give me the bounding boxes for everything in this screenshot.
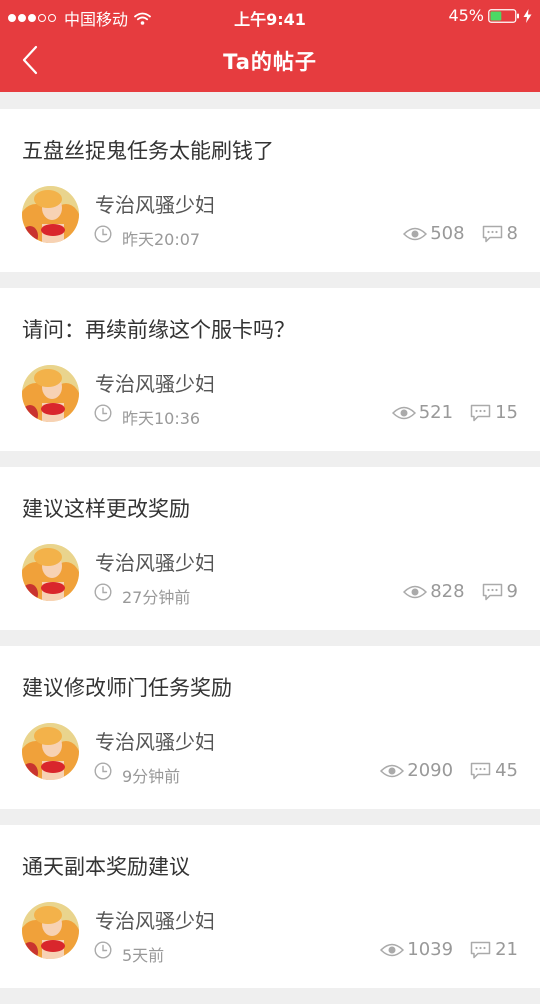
- status-right: 45%: [448, 6, 532, 25]
- post-title[interactable]: 请问：再续前缘这个服卡吗？: [22, 314, 295, 344]
- comment-count: 9: [506, 581, 518, 602]
- page-title: Ta的帖子: [223, 50, 317, 74]
- view-count: 1039: [407, 939, 454, 960]
- post-stats: 2090 45: [380, 760, 518, 781]
- comment-count: 8: [506, 223, 518, 244]
- battery-percentage: 45%: [448, 6, 484, 25]
- view-count: 2090: [407, 760, 454, 781]
- author-avatar[interactable]: [22, 902, 79, 959]
- author-name[interactable]: 专治风骚少妇: [95, 726, 215, 755]
- comment-icon: [482, 225, 502, 242]
- clock-icon: [94, 404, 112, 422]
- post-card[interactable]: 五盘丝捉鬼任务太能刷钱了 专治风骚少妇 昨天20:07 508 8: [0, 109, 540, 272]
- post-card[interactable]: 建议修改师门任务奖励 专治风骚少妇 9分钟前 2090 45: [0, 646, 540, 809]
- post-stats: 508 8: [403, 223, 518, 244]
- charging-bolt-icon: [523, 8, 532, 23]
- post-list: 五盘丝捉鬼任务太能刷钱了 专治风骚少妇 昨天20:07 508 8 请问：再续前…: [0, 109, 540, 1004]
- eye-icon: [403, 585, 428, 598]
- eye-icon: [380, 943, 405, 956]
- eye-icon: [391, 406, 416, 419]
- eye-icon: [403, 227, 428, 240]
- view-count: 508: [430, 223, 465, 244]
- navigation-bar: Ta的帖子: [0, 30, 540, 92]
- view-count: 828: [430, 581, 465, 602]
- comment-icon: [470, 762, 491, 779]
- battery-icon: [488, 8, 519, 23]
- author-name[interactable]: 专治风骚少妇: [95, 547, 215, 576]
- post-stats: 828 9: [403, 581, 518, 602]
- post-title[interactable]: 五盘丝捉鬼任务太能刷钱了: [22, 135, 274, 165]
- comment-count: 45: [495, 760, 518, 781]
- post-time: 昨天10:36: [122, 409, 201, 428]
- status-bar: 中国移动 上午9:41 45%: [0, 0, 540, 30]
- clock-icon: [94, 583, 112, 601]
- app-header: 中国移动 上午9:41 45% Ta的帖子: [0, 0, 540, 92]
- post-time: 昨天20:07: [122, 230, 201, 249]
- eye-icon: [380, 764, 405, 777]
- post-title[interactable]: 通天副本奖励建议: [22, 851, 190, 881]
- post-title[interactable]: 建议这样更改奖励: [22, 493, 190, 523]
- author-avatar[interactable]: [22, 723, 79, 780]
- clock-icon: [94, 225, 112, 243]
- post-title[interactable]: 建议修改师门任务奖励: [22, 672, 232, 702]
- author-avatar[interactable]: [22, 365, 79, 422]
- post-card[interactable]: 通天副本奖励建议 专治风骚少妇 5天前 1039 21: [0, 825, 540, 988]
- view-count: 521: [418, 402, 454, 423]
- comment-count: 21: [495, 939, 518, 960]
- post-time: 5天前: [122, 946, 165, 965]
- comment-count: 15: [495, 402, 518, 423]
- clock-icon: [94, 762, 112, 780]
- author-avatar[interactable]: [22, 186, 79, 243]
- comment-icon: [470, 404, 491, 421]
- comment-icon: [482, 583, 502, 600]
- author-avatar[interactable]: [22, 544, 79, 601]
- author-name[interactable]: 专治风骚少妇: [95, 905, 215, 934]
- author-name[interactable]: 专治风骚少妇: [95, 368, 215, 397]
- post-card[interactable]: 请问：再续前缘这个服卡吗？ 专治风骚少妇 昨天10:36 521 15: [0, 288, 540, 451]
- clock-icon: [94, 941, 112, 959]
- post-stats: 1039 21: [380, 939, 518, 960]
- post-time: 9分钟前: [122, 767, 181, 786]
- post-stats: 521 15: [391, 402, 518, 423]
- post-card[interactable]: 建议这样更改奖励 专治风骚少妇 27分钟前 828 9: [0, 467, 540, 630]
- post-time: 27分钟前: [122, 588, 191, 607]
- comment-icon: [470, 941, 491, 958]
- author-name[interactable]: 专治风骚少妇: [95, 189, 215, 218]
